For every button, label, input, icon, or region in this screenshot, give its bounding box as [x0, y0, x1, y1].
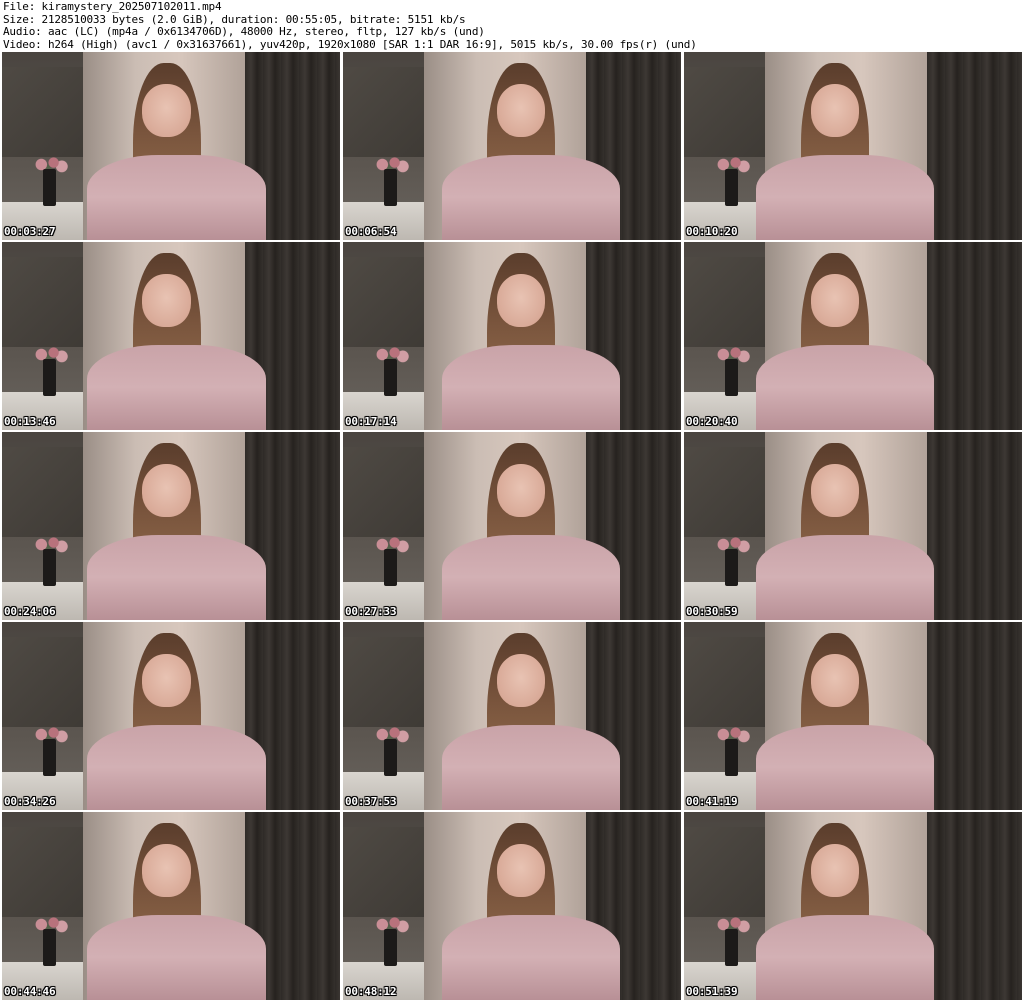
video-frame: 00:06:54: [343, 52, 681, 240]
video-frame: 00:34:26: [2, 622, 340, 810]
video-frame: 00:24:06: [2, 432, 340, 620]
video-frame: 00:27:33: [343, 432, 681, 620]
frame-timestamp: 00:48:12: [345, 985, 397, 998]
video-frame: 00:17:14: [343, 242, 681, 430]
frame-timestamp: 00:17:14: [345, 415, 397, 428]
frame-timestamp: 00:03:27: [4, 225, 56, 238]
video-frame: 00:30:59: [684, 432, 1022, 620]
frame-timestamp: 00:37:53: [345, 795, 397, 808]
frame-timestamp: 00:34:26: [4, 795, 56, 808]
frame-timestamp: 00:30:59: [686, 605, 738, 618]
video-frame: 00:10:20: [684, 52, 1022, 240]
frame-timestamp: 00:24:06: [4, 605, 56, 618]
video-frame: 00:51:39: [684, 812, 1022, 1000]
frame-timestamp: 00:10:20: [686, 225, 738, 238]
video-info-line: Video: h264 (High) (avc1 / 0x31637661), …: [3, 38, 697, 51]
file-name-line: File: kiramystery_202507102011.mp4: [3, 1, 222, 13]
frame-timestamp: 00:51:39: [686, 985, 738, 998]
video-frame: 00:44:46: [2, 812, 340, 1000]
video-frame: 00:37:53: [343, 622, 681, 810]
frame-timestamp: 00:41:19: [686, 795, 738, 808]
frame-timestamp: 00:20:40: [686, 415, 738, 428]
frame-timestamp: 00:27:33: [345, 605, 397, 618]
file-size-line: Size: 2128510033 bytes (2.0 GiB), durati…: [3, 13, 466, 26]
file-info-header: File: kiramystery_202507102011.mp4 Size:…: [0, 0, 1024, 52]
frame-timestamp: 00:06:54: [345, 225, 397, 238]
frame-timestamp: 00:13:46: [4, 415, 56, 428]
video-frame: 00:03:27: [2, 52, 340, 240]
video-frame: 00:20:40: [684, 242, 1022, 430]
video-frame: 00:48:12: [343, 812, 681, 1000]
thumbnail-grid: 00:03:27 00:06:54 00:10:20 00:13:46 00:1…: [2, 52, 1022, 1002]
video-frame: 00:13:46: [2, 242, 340, 430]
audio-info-line: Audio: aac (LC) (mp4a / 0x6134706D), 480…: [3, 26, 485, 38]
video-frame: 00:41:19: [684, 622, 1022, 810]
frame-timestamp: 00:44:46: [4, 985, 56, 998]
